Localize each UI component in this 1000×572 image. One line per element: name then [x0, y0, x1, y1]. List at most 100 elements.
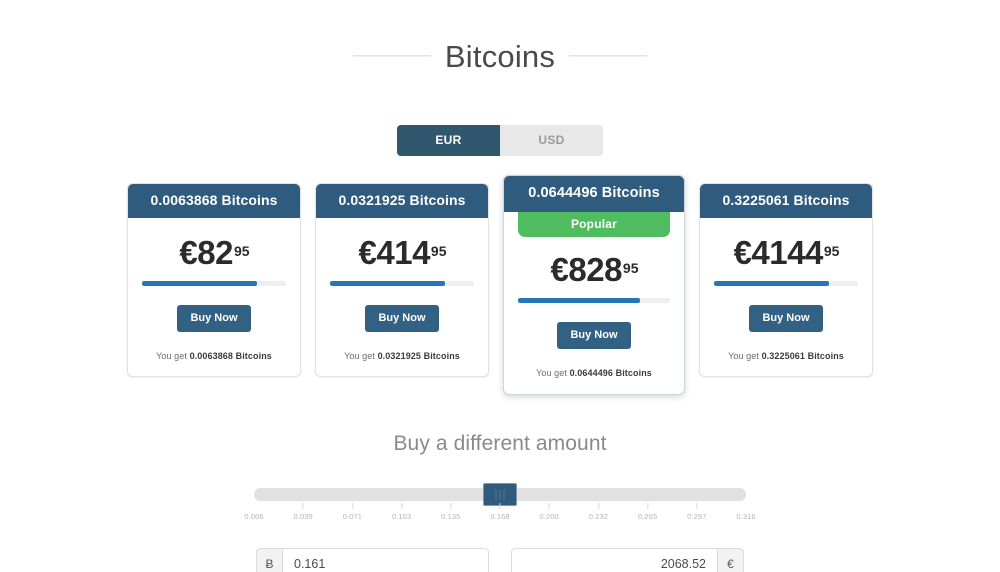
pricing-card-footer: You get 0.0321925 Bitcoins [316, 332, 488, 376]
price-whole: 828 [568, 251, 622, 288]
slider-tick-label: 0.135 [441, 512, 460, 521]
footer-prefix: You get [728, 351, 762, 361]
pricing-card-body: €82895 Buy Now [504, 237, 684, 349]
fiat-amount-input[interactable] [511, 548, 718, 572]
price-amount: €414 [359, 234, 430, 271]
page-title: Bitcoins [445, 41, 555, 72]
pricing-card[interactable]: 0.0063868 Bitcoins €8295 Buy Now You get… [127, 183, 301, 377]
price-amount: €4144 [734, 234, 823, 271]
fiat-input-group: € [511, 548, 744, 572]
slider-tick: 0.071 [343, 503, 362, 521]
buy-now-wrap: Buy Now [518, 322, 670, 349]
slider-tick-mark [401, 503, 402, 509]
slider-tick-mark [500, 503, 501, 509]
currency-option-usd[interactable]: USD [500, 125, 603, 156]
amount-inputs-row: Ƀ € [0, 548, 1000, 572]
price-cents: 95 [234, 243, 250, 259]
amount-slider-area: 0.0060.0390.0710.1030.1350.1680.2000.232… [254, 488, 746, 529]
slider-tick-mark [549, 503, 550, 509]
pricing-cards-row: 0.0063868 Bitcoins €8295 Buy Now You get… [0, 183, 1000, 396]
slider-tick-label: 0.039 [294, 512, 313, 521]
slider-tick: 0.006 [244, 503, 263, 521]
buy-now-button[interactable]: Buy Now [557, 322, 630, 349]
price-progress-fill [142, 281, 257, 286]
currency-symbol: € [551, 251, 569, 288]
price-display: €414495 [714, 218, 858, 281]
pricing-card-footer: You get 0.0644496 Bitcoins [504, 349, 684, 394]
currency-option-eur[interactable]: EUR [397, 125, 500, 156]
slider-tick-label: 0.168 [490, 512, 509, 521]
slider-tick-mark [647, 503, 648, 509]
footer-amount: 0.0321925 Bitcoins [378, 351, 460, 361]
slider-tick-mark [696, 503, 697, 509]
slider-tick-label: 0.103 [392, 512, 411, 521]
buy-now-button[interactable]: Buy Now [749, 305, 822, 332]
slider-tick: 0.135 [441, 503, 460, 521]
btc-input-group: Ƀ [256, 548, 489, 572]
price-progress-bar [714, 281, 858, 286]
price-whole: 4144 [751, 234, 822, 271]
price-display: €82895 [518, 237, 670, 298]
pricing-card-header: 0.0321925 Bitcoins [316, 184, 488, 218]
price-progress-bar [330, 281, 474, 286]
bitcoin-symbol-icon: Ƀ [256, 548, 282, 572]
pricing-card[interactable]: 0.0321925 Bitcoins €41495 Buy Now You ge… [315, 183, 489, 377]
price-cents: 95 [431, 243, 447, 259]
currency-symbol: € [734, 234, 752, 271]
footer-amount: 0.0644496 Bitcoins [570, 368, 652, 378]
amount-slider-ticks: 0.0060.0390.0710.1030.1350.1680.2000.232… [254, 503, 746, 529]
slider-tick-label: 0.316 [736, 512, 755, 521]
price-cents: 95 [824, 243, 840, 259]
currency-toggle-group: EUR USD [0, 125, 1000, 156]
slider-tick-mark [303, 503, 304, 509]
buy-now-wrap: Buy Now [142, 305, 286, 332]
btc-amount-input[interactable] [282, 548, 489, 572]
slider-tick: 0.039 [294, 503, 313, 521]
price-cents: 95 [623, 260, 639, 276]
price-whole: 414 [376, 234, 430, 271]
pricing-card-body: €8295 Buy Now [128, 218, 300, 332]
amount-slider-track[interactable] [254, 488, 746, 501]
price-progress-bar [142, 281, 286, 286]
buy-now-button[interactable]: Buy Now [365, 305, 438, 332]
slider-tick-label: 0.297 [687, 512, 706, 521]
slider-tick-mark [598, 503, 599, 509]
price-display: €8295 [142, 218, 286, 281]
euro-symbol-icon: € [718, 548, 744, 572]
pricing-card-featured[interactable]: 0.0644496 Bitcoins Popular €82895 Buy No… [503, 175, 685, 396]
price-amount: €828 [551, 251, 622, 288]
slider-tick-label: 0.265 [638, 512, 657, 521]
footer-amount: 0.0063868 Bitcoins [190, 351, 272, 361]
slider-tick: 0.297 [687, 503, 706, 521]
buy-now-button[interactable]: Buy Now [177, 305, 250, 332]
price-progress-fill [330, 281, 445, 286]
slider-tick: 0.316 [736, 503, 755, 521]
pricing-card[interactable]: 0.3225061 Bitcoins €414495 Buy Now You g… [699, 183, 873, 377]
buy-now-wrap: Buy Now [714, 305, 858, 332]
price-progress-fill [518, 298, 640, 303]
slider-tick: 0.232 [589, 503, 608, 521]
title-rule-right [569, 55, 647, 57]
title-rule-left [353, 55, 431, 57]
slider-tick: 0.200 [540, 503, 559, 521]
pricing-card-footer: You get 0.0063868 Bitcoins [128, 332, 300, 376]
pricing-card-header: 0.0063868 Bitcoins [128, 184, 300, 218]
page-title-block: Bitcoins [0, 0, 1000, 93]
slider-tick-label: 0.232 [589, 512, 608, 521]
slider-tick: 0.265 [638, 503, 657, 521]
footer-prefix: You get [536, 368, 570, 378]
bitcoin-purchase-page: Bitcoins EUR USD 0.0063868 Bitcoins €829… [0, 0, 1000, 572]
pricing-card-body: €41495 Buy Now [316, 218, 488, 332]
slider-grip-icon [496, 490, 505, 500]
pricing-card-header: 0.3225061 Bitcoins [700, 184, 872, 218]
pricing-card-header: 0.0644496 Bitcoins [504, 176, 684, 213]
slider-tick-mark [352, 503, 353, 509]
slider-tick: 0.103 [392, 503, 411, 521]
popular-badge: Popular [518, 212, 670, 237]
slider-tick-mark [450, 503, 451, 509]
price-progress-bar [518, 298, 670, 303]
slider-tick: 0.168 [490, 503, 509, 521]
pricing-card-footer: You get 0.3225061 Bitcoins [700, 332, 872, 376]
slider-tick-label: 0.006 [244, 512, 263, 521]
price-progress-fill [714, 281, 829, 286]
